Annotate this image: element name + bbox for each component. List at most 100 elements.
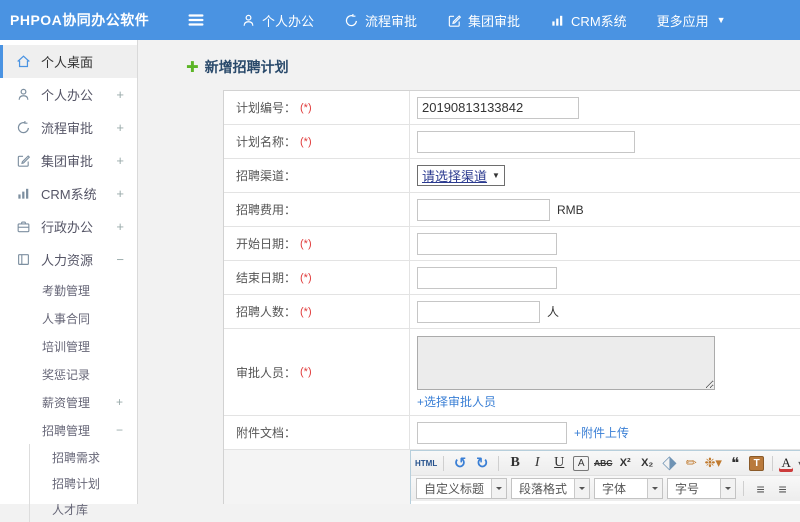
format-brush-icon[interactable]: ✏: [681, 453, 701, 473]
flow-arrow-icon: [344, 13, 359, 28]
attachment-input[interactable]: [417, 422, 567, 444]
expand-plus-icon[interactable]: +: [116, 186, 124, 201]
form-row-editor: HTML ↺ ↻ B I: [224, 450, 800, 504]
redo-icon[interactable]: ↻: [472, 453, 492, 473]
sidebar-item-recruit-plan[interactable]: 招聘计划: [30, 470, 137, 496]
sidebar-item-talent-pool[interactable]: 人才库: [30, 496, 137, 522]
toolbar-separator[interactable]: [443, 456, 444, 471]
topnav-personal-office[interactable]: 个人办公: [226, 0, 329, 40]
sidebar-item-group-approval[interactable]: 集团审批 +: [0, 144, 137, 177]
bold-button[interactable]: B: [505, 453, 525, 473]
editor-toolbar-row-2: 自定义标题 段落格式 字体: [411, 476, 800, 501]
recruitment-submenu: 招聘需求 招聘计划 人才库: [29, 444, 137, 522]
underline-button[interactable]: U: [549, 453, 569, 473]
paragraph-format-select[interactable]: 段落格式: [511, 478, 590, 499]
strikethrough-button[interactable]: ABC: [593, 453, 613, 473]
flow-arrow-icon: [16, 120, 32, 135]
paste-icon[interactable]: T: [749, 456, 764, 471]
home-icon: [16, 54, 32, 69]
sidebar-item-workflow-approval[interactable]: 流程审批 +: [0, 111, 137, 144]
sidebar-item-salary[interactable]: 薪资管理+: [0, 388, 137, 416]
collapse-minus-icon[interactable]: −: [116, 252, 124, 267]
align-right-icon[interactable]: ≡: [794, 479, 800, 499]
topnav-label: 更多应用: [657, 11, 709, 30]
caret-down-icon: ▼: [717, 15, 726, 25]
sidebar-item-recruitment[interactable]: 招聘管理−: [0, 416, 137, 444]
choose-approvers-link[interactable]: +选择审批人员: [417, 393, 496, 410]
html-source-button[interactable]: HTML: [415, 453, 437, 473]
form-row-approvers: 审批人员：(*) +选择审批人员: [224, 329, 800, 416]
font-color-button[interactable]: A: [779, 455, 793, 472]
topnav-label: 流程审批: [365, 11, 417, 30]
topnav-label: 个人办公: [262, 11, 314, 30]
toolbar-separator[interactable]: [498, 456, 499, 471]
paint-format-icon[interactable]: ❉▾: [703, 453, 723, 473]
cost-input[interactable]: [417, 199, 550, 221]
sidebar-item-attendance[interactable]: 考勤管理: [0, 276, 137, 304]
font-family-select[interactable]: 字体: [594, 478, 663, 499]
headcount-input[interactable]: [417, 301, 540, 323]
sidebar-item-human-resources[interactable]: 人力资源 −: [0, 243, 137, 276]
topnav-more-apps[interactable]: 更多应用 ▼: [642, 0, 741, 40]
subscript-button[interactable]: X₂: [637, 453, 657, 473]
field-label: 审批人员：: [236, 364, 296, 381]
channel-select[interactable]: 请选择渠道 ▼: [417, 165, 505, 186]
toolbar-separator[interactable]: [772, 456, 773, 471]
italic-button[interactable]: I: [527, 453, 547, 473]
combo-arrow-icon[interactable]: [574, 479, 589, 498]
expand-plus-icon[interactable]: +: [116, 153, 124, 168]
upload-attachment-link[interactable]: +附件上传: [574, 424, 629, 441]
sidebar-item-hr-contract[interactable]: 人事合同: [0, 304, 137, 332]
topnav-group-approval[interactable]: 集团审批: [432, 0, 535, 40]
edit-square-icon: [16, 153, 32, 168]
font-size-select[interactable]: 字号: [667, 478, 736, 499]
combo-arrow-icon[interactable]: [720, 479, 735, 498]
toolbar-separator[interactable]: [743, 481, 744, 496]
sidebar-item-rewards[interactable]: 奖惩记录: [0, 360, 137, 388]
plan-name-input[interactable]: [417, 131, 635, 153]
combo-arrow-icon[interactable]: [647, 479, 662, 498]
font-color-caret-icon[interactable]: ▾: [795, 453, 800, 473]
expand-plus-icon[interactable]: +: [116, 395, 123, 409]
field-label: 招聘人数：: [236, 303, 296, 320]
custom-title-select[interactable]: 自定义标题: [416, 478, 507, 499]
end-date-input[interactable]: [417, 267, 557, 289]
start-date-input[interactable]: [417, 233, 557, 255]
align-left-icon[interactable]: ≡: [750, 479, 770, 499]
top-header: PHPOA协同办公软件 个人办公 流程审批 集团审批 CRM系统 更多应用 ▼: [0, 0, 800, 40]
field-label: 附件文档：: [236, 424, 296, 441]
sidebar-item-training[interactable]: 培训管理: [0, 332, 137, 360]
expand-plus-icon[interactable]: +: [116, 87, 124, 102]
person-icon: [241, 13, 256, 28]
expand-plus-icon[interactable]: +: [116, 219, 124, 234]
main-content: ✚ 新增招聘计划 计划编号：(*) 计划名称：(*) 招聘渠道： 请选择渠道 ▼…: [139, 40, 800, 504]
sidebar: 个人桌面 个人办公 + 流程审批 + 集团审批 + CRM系统 + 行政办公 +…: [0, 40, 138, 504]
sidebar-item-admin-office[interactable]: 行政办公 +: [0, 210, 137, 243]
editor-toolbar-row-1: HTML ↺ ↻ B I: [411, 451, 800, 476]
undo-icon[interactable]: ↺: [450, 453, 470, 473]
align-center-icon[interactable]: ≡: [772, 479, 792, 499]
sidebar-item-desktop[interactable]: 个人桌面: [0, 45, 137, 78]
hamburger-menu-icon[interactable]: [186, 10, 208, 30]
bar-chart-icon: [16, 186, 32, 201]
collapse-minus-icon[interactable]: −: [116, 423, 123, 437]
topnav-workflow-approval[interactable]: 流程审批: [329, 0, 432, 40]
required-marker: (*): [300, 272, 312, 284]
approvers-textarea[interactable]: [417, 336, 715, 390]
sidebar-item-personal-office[interactable]: 个人办公 +: [0, 78, 137, 111]
sidebar-item-recruit-demand[interactable]: 招聘需求: [30, 444, 137, 470]
font-style-button[interactable]: A: [573, 456, 589, 471]
expand-plus-icon[interactable]: +: [116, 120, 124, 135]
bar-chart-icon: [550, 13, 565, 28]
plan-number-input[interactable]: [417, 97, 579, 119]
topnav-crm-system[interactable]: CRM系统: [535, 0, 642, 40]
combo-arrow-icon[interactable]: [491, 479, 506, 498]
required-marker: (*): [300, 238, 312, 250]
form-row-start-date: 开始日期：(*): [224, 227, 800, 261]
field-label: 招聘费用：: [236, 201, 296, 218]
blockquote-button[interactable]: ❝: [725, 453, 745, 473]
superscript-button[interactable]: X²: [615, 453, 635, 473]
sidebar-item-crm-system[interactable]: CRM系统 +: [0, 177, 137, 210]
field-label: 计划编号：: [236, 99, 296, 116]
eraser-icon[interactable]: ◪: [655, 451, 683, 476]
